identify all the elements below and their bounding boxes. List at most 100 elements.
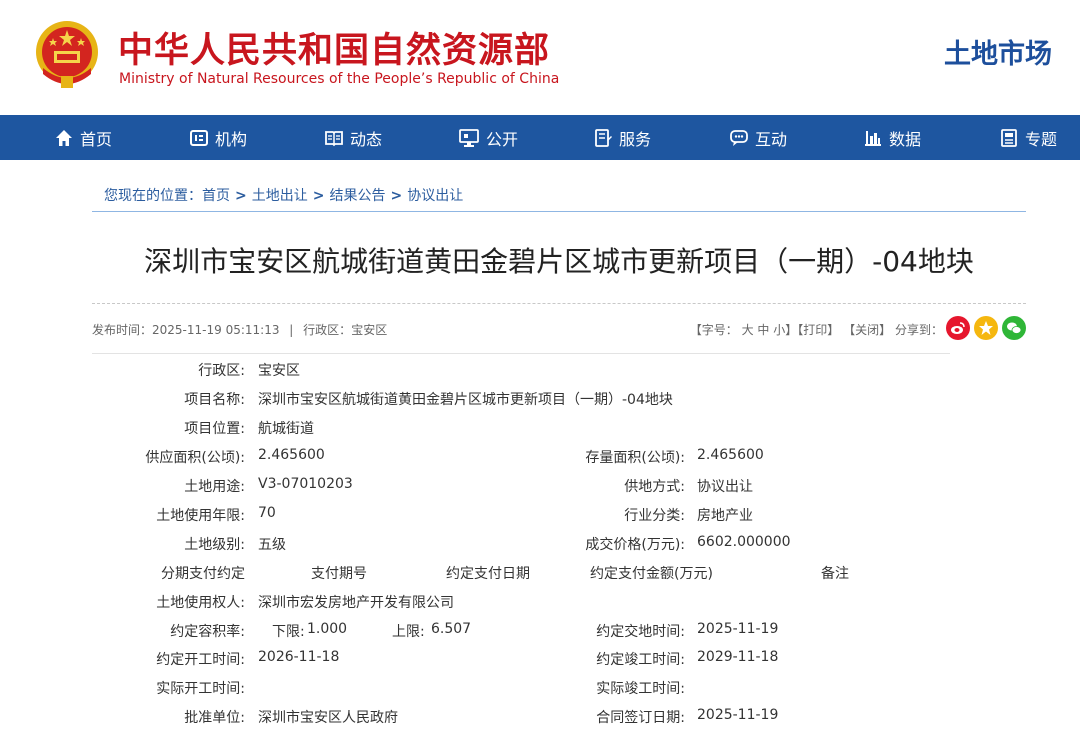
chat-icon xyxy=(730,129,748,146)
approver-value: 深圳市宝安区人民政府 xyxy=(258,710,398,726)
location-label: 项目位置: xyxy=(184,421,245,437)
article-title: 深圳市宝安区航城街道黄田金碧片区城市更新项目（一期）-04地块 xyxy=(144,245,974,278)
supply-area-label: 供应面积(公顷): xyxy=(145,450,245,466)
font-large-button[interactable]: 大 xyxy=(742,323,754,337)
finish-value: 2029-11-18 xyxy=(697,649,779,665)
nav-item-service[interactable]: 服务 xyxy=(593,115,651,160)
installment-label: 分期支付约定 xyxy=(161,566,245,582)
detail-row: 供应面积(公顷): 2.465600 存量面积(公顷): 2.465600 xyxy=(0,447,1080,467)
publish-time: 2025-11-19 05:11:13 xyxy=(152,323,280,337)
qzone-icon[interactable] xyxy=(974,316,998,340)
finish-label: 约定竣工时间: xyxy=(596,652,685,668)
far-min-label: 下限: xyxy=(272,624,305,640)
nav-label: 机构 xyxy=(215,129,248,149)
far-max-value: 6.507 xyxy=(431,621,472,637)
region-value: 宝安区 xyxy=(351,323,388,337)
breadcrumb-land-transfer[interactable]: 土地出让 xyxy=(252,188,308,204)
contract-value: 2025-11-19 xyxy=(697,707,779,723)
contract-label: 合同签订日期: xyxy=(596,710,685,726)
article-meta: 发布时间：2025-11-19 05:11:13 | 行政区：宝安区 xyxy=(92,321,387,338)
breadcrumb-agreement-transfer[interactable]: 协议出让 xyxy=(407,188,463,204)
nav-label: 首页 xyxy=(80,129,113,149)
wechat-icon[interactable] xyxy=(1002,316,1026,340)
book-icon xyxy=(325,130,343,146)
installment-col-remark: 备注 xyxy=(821,566,849,582)
detail-row: 土地用途: V3-07010203 供地方式: 协议出让 xyxy=(0,476,1080,496)
font-medium-button[interactable]: 中 xyxy=(757,323,769,337)
print-button[interactable]: 【打印】 xyxy=(797,323,839,337)
nav-label: 公开 xyxy=(486,129,519,149)
location-value: 航城街道 xyxy=(258,421,314,437)
nav-item-topic[interactable]: 专题 xyxy=(999,115,1057,160)
start-value: 2026-11-18 xyxy=(258,649,340,665)
close-button[interactable]: 【关闭】 xyxy=(843,323,891,337)
breadcrumb: 您现在的位置：首页 > 土地出让 > 结果公告 > 协议出让 xyxy=(92,185,1026,212)
approver-label: 批准单位: xyxy=(184,710,245,726)
price-label: 成交价格(万元): xyxy=(585,537,685,553)
topic-icon xyxy=(1001,128,1017,147)
breadcrumb-result-notice[interactable]: 结果公告 xyxy=(329,188,385,204)
supply-method-label: 供地方式: xyxy=(624,479,685,495)
breadcrumb-separator: > xyxy=(312,188,325,204)
national-emblem-icon xyxy=(36,21,98,88)
detail-row: 实际开工时间: 实际竣工时间: xyxy=(0,678,1080,698)
breadcrumb-separator: > xyxy=(235,188,247,204)
start-label: 约定开工时间: xyxy=(156,652,245,668)
nav-item-interact[interactable]: 互动 xyxy=(729,115,787,160)
holder-value: 深圳市宏发房地产开发有限公司 xyxy=(258,595,454,611)
publish-label: 发布时间： xyxy=(92,323,153,337)
title-divider xyxy=(92,303,1026,304)
term-label: 土地使用年限: xyxy=(156,508,245,524)
nav-label: 动态 xyxy=(350,129,383,149)
nav-item-news[interactable]: 动态 xyxy=(324,115,382,160)
district-value: 宝安区 xyxy=(258,363,300,379)
nav-item-org[interactable]: 机构 xyxy=(189,115,247,160)
project-name-label: 项目名称: xyxy=(184,392,245,408)
meta-separator: | xyxy=(289,323,294,337)
actual-finish-label: 实际竣工时间: xyxy=(596,681,685,697)
meta-divider xyxy=(92,353,950,354)
district-label: 行政区: xyxy=(198,363,245,379)
detail-row: 行政区: 宝安区 xyxy=(0,360,1080,380)
font-size-label: 【字号： xyxy=(689,323,738,337)
breadcrumb-home[interactable]: 首页 xyxy=(202,188,230,204)
font-size-close: 】 xyxy=(785,323,798,337)
price-value: 6602.000000 xyxy=(697,534,791,550)
detail-row: 项目名称: 深圳市宝安区航城街道黄田金碧片区城市更新项目（一期）-04地块 xyxy=(0,389,1080,409)
detail-row: 约定容积率: 下限: 1.000 上限: 6.507 约定交地时间: 2025-… xyxy=(0,621,1080,641)
region-label: 行政区： xyxy=(303,323,352,337)
monitor-icon xyxy=(459,128,479,147)
handover-value: 2025-11-19 xyxy=(697,621,779,637)
land-use-value: V3-07010203 xyxy=(258,476,353,492)
actual-start-label: 实际开工时间: xyxy=(156,681,245,697)
detail-row: 约定开工时间: 2026-11-18 约定竣工时间: 2029-11-18 xyxy=(0,649,1080,669)
breadcrumb-separator: > xyxy=(390,188,403,204)
supply-method-value: 协议出让 xyxy=(697,479,753,495)
nav-label: 专题 xyxy=(1025,129,1058,149)
detail-row: 项目位置: 航城街道 xyxy=(0,418,1080,438)
nav-item-home[interactable]: 首页 xyxy=(54,115,112,160)
nav-label: 数据 xyxy=(889,129,922,149)
ministry-title-en: Ministry of Natural Resources of the Peo… xyxy=(119,71,560,87)
installment-col-date: 约定支付日期 xyxy=(446,566,530,582)
site-section-name[interactable]: 土地市场 xyxy=(944,32,1052,71)
industry-label: 行业分类: xyxy=(624,508,685,524)
bar-chart-icon xyxy=(865,130,881,146)
industry-value: 房地产业 xyxy=(697,508,753,524)
share-label: 分享到： xyxy=(894,323,943,337)
far-min-value: 1.000 xyxy=(307,621,348,637)
grade-value: 五级 xyxy=(258,537,286,553)
weibo-icon[interactable] xyxy=(946,316,970,340)
project-name-value: 深圳市宝安区航城街道黄田金碧片区城市更新项目（一期）-04地块 xyxy=(258,392,673,408)
ministry-title-cn: 中华人民共和国自然资源部 xyxy=(118,31,551,71)
nav-item-data[interactable]: 数据 xyxy=(863,115,921,160)
nav-item-public[interactable]: 公开 xyxy=(458,115,518,160)
service-icon xyxy=(595,128,612,147)
grade-label: 土地级别: xyxy=(184,537,245,553)
breadcrumb-prefix: 您现在的位置： xyxy=(104,188,202,204)
installment-header-row: 分期支付约定 支付期号 约定支付日期 约定支付金额(万元) 备注 xyxy=(0,563,1080,583)
detail-row: 土地使用年限: 70 行业分类: 房地产业 xyxy=(0,505,1080,525)
term-value: 70 xyxy=(258,505,276,521)
stock-area-value: 2.465600 xyxy=(697,447,764,463)
font-small-button[interactable]: 小 xyxy=(773,323,785,337)
